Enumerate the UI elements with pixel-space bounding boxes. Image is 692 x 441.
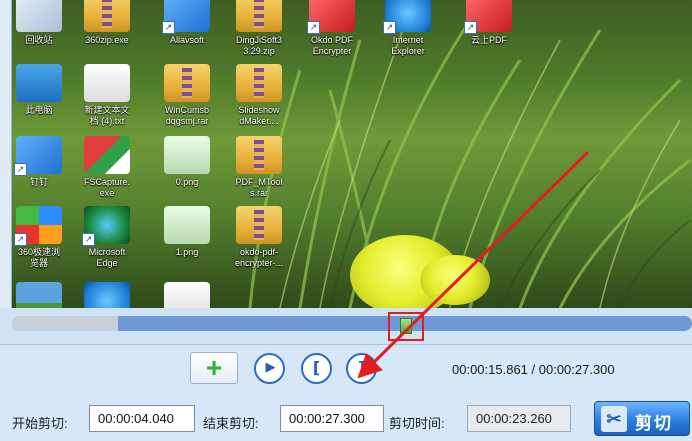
shortcut-arrow-icon: ↗ xyxy=(162,21,175,34)
cut-duration-field xyxy=(467,405,571,432)
desktop-icon-label: okdo-pdf- encrypter-... xyxy=(234,247,283,268)
desktop-icon-label: FSCapture. exe xyxy=(83,177,131,198)
shortcut-arrow-icon: ↗ xyxy=(307,21,320,34)
bracket-right-icon: ] xyxy=(357,358,366,377)
desktop-icon: ↗ Allavsoft xyxy=(146,0,228,46)
desktop-icon-label: 360zip.exe xyxy=(85,35,129,45)
desktop-icon-image xyxy=(84,0,130,32)
desktop-icon: 360zip.exe xyxy=(66,0,148,46)
desktop-icon-label: Microsoft Edge xyxy=(88,247,126,268)
desktop-icon: ↗ Microsoft Edge xyxy=(66,206,148,269)
shortcut-arrow-icon: ↗ xyxy=(14,163,27,176)
desktop-icon-image: ↗ xyxy=(14,136,62,176)
desktop-icon-label: 1.png xyxy=(175,247,199,257)
end-cut-input[interactable] xyxy=(280,405,384,432)
desktop-icon-image: ↗ xyxy=(383,0,431,34)
desktop-icon-image xyxy=(84,64,130,102)
desktop-icon: PDF_MTool s.rar xyxy=(218,136,300,199)
desktop-icon xyxy=(66,282,148,308)
desktop-icon-image xyxy=(164,206,210,244)
shortcut-arrow-icon: ↗ xyxy=(383,21,396,34)
cut-button[interactable]: ✂ 剪切 xyxy=(594,401,690,436)
desktop-icon-image: ↗ xyxy=(162,0,210,34)
desktop-icon-label: WinCumsb dqgsmj.rar xyxy=(164,105,209,126)
desktop-icon-image xyxy=(164,136,210,174)
desktop-icon-label: 云上PDF xyxy=(470,35,507,45)
desktop-icon-label: Internet Explorer xyxy=(391,35,425,56)
desktop-icon: Slideshow dMaker.... xyxy=(218,64,300,127)
desktop-icon-image xyxy=(84,282,130,308)
timeline-playhead-knob[interactable] xyxy=(400,318,412,334)
desktop-icon-image: ↗ xyxy=(307,0,355,34)
desktop-icon: DingJiSoft3 3.29.zip xyxy=(218,0,300,57)
shortcut-arrow-icon: ↗ xyxy=(14,233,27,246)
desktop-icon: 0.png xyxy=(146,136,228,188)
desktop-icon: 1.png xyxy=(146,206,228,258)
desktop-icon-image xyxy=(236,206,282,244)
cut-button-label: 剪切 xyxy=(635,414,673,433)
desktop-icon-image xyxy=(16,64,62,102)
end-cut-label: 结束剪切: xyxy=(203,416,259,431)
desktop-icon-label: Slideshow dMaker.... xyxy=(238,105,280,126)
timeline-track[interactable] xyxy=(12,316,692,331)
time-readout: 00:00:15.861 / 00:00:27.300 xyxy=(452,362,615,377)
desktop-icon-image xyxy=(236,64,282,102)
scissors-icon: ✂ xyxy=(601,406,627,432)
desktop-icon-label: Okdo PDF Encrypter xyxy=(310,35,353,56)
desktop-icon: ↗ 云上PDF xyxy=(448,0,530,46)
desktop-icon-label: DingJiSoft3 3.29.zip xyxy=(235,35,283,56)
yellow-flower-small xyxy=(420,255,490,305)
desktop-icon: 新建文本文 档 (4).txt xyxy=(66,64,148,127)
desktop-icon: ↗ Okdo PDF Encrypter xyxy=(291,0,373,57)
desktop-icon-image xyxy=(164,64,210,102)
desktop-icon xyxy=(146,282,228,308)
add-segment-button[interactable]: + xyxy=(190,352,238,384)
desktop-icon: okdo-pdf- encrypter-... xyxy=(218,206,300,269)
play-icon: ▶ xyxy=(265,360,276,375)
desktop-icon-label: 新建文本文 档 (4).txt xyxy=(84,105,130,126)
desktop-icon-image xyxy=(16,282,62,308)
desktop-icon-image xyxy=(164,282,210,308)
start-cut-input[interactable] xyxy=(89,405,195,432)
timeline-playhead-highlight[interactable] xyxy=(388,312,424,341)
desktop-icon: FSCapture. exe xyxy=(66,136,148,199)
bracket-left-icon: [ xyxy=(312,358,321,377)
desktop-icon-image xyxy=(236,136,282,174)
shortcut-arrow-icon: ↗ xyxy=(464,21,477,34)
start-cut-label: 开始剪切: xyxy=(12,416,68,431)
play-button[interactable]: ▶ xyxy=(254,353,285,384)
shortcut-arrow-icon: ↗ xyxy=(82,233,95,246)
desktop-icon-image: ↗ xyxy=(14,206,62,246)
desktop-icon-label: PDF_MTool s.rar xyxy=(235,177,283,198)
set-start-button[interactable]: [ xyxy=(301,353,332,384)
desktop-icon-image xyxy=(236,0,282,32)
desktop-icon: WinCumsb dqgsmj.rar xyxy=(146,64,228,127)
video-preview: 回收站 360zip.exe ↗ Allavsoft DingJiSoft3 3.29.… xyxy=(0,0,692,308)
desktop-icon-label: 0.png xyxy=(175,177,199,187)
set-end-button[interactable]: ] xyxy=(346,353,377,384)
cut-duration-label: 剪切时间: xyxy=(389,416,445,431)
desktop-icon-image: ↗ xyxy=(464,0,512,34)
timeline-played-range xyxy=(12,316,118,331)
desktop-icon-image xyxy=(16,0,62,32)
desktop-icon-label: Allavsoft xyxy=(169,35,204,45)
desktop-icon-image xyxy=(84,136,130,174)
desktop-icon: ↗ Internet Explorer xyxy=(367,0,449,57)
desktop-icon-image: ↗ xyxy=(82,206,130,246)
